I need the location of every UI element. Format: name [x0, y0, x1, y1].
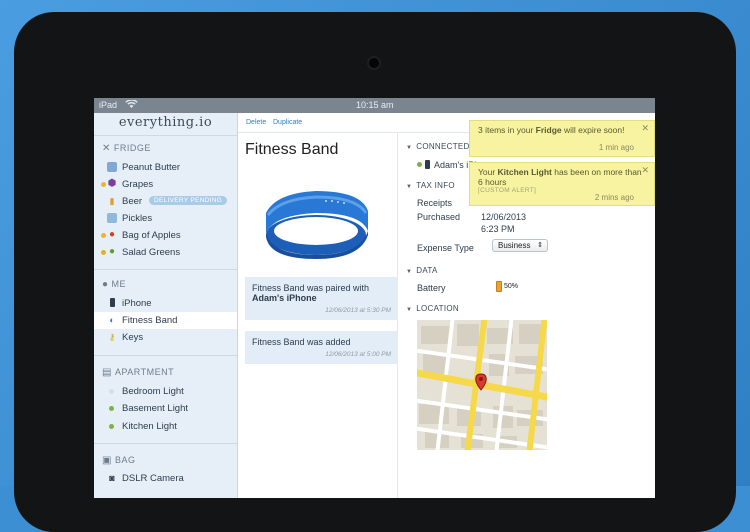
activity-log-item: Fitness Band was added 12/06/2013 at 5:0… [245, 331, 398, 364]
delete-button[interactable]: Delete [246, 119, 266, 126]
jar-icon [107, 213, 117, 223]
section-header-fridge: ✕ FRIDGE [102, 143, 151, 154]
alert-notification[interactable]: Your Kitchen Light has been on more than… [469, 162, 655, 206]
jar-icon [107, 162, 117, 172]
sidebar-item-salad-greens[interactable]: ● Salad Greens [94, 244, 237, 261]
alert-timestamp: 1 min ago [598, 143, 634, 152]
beer-icon: ▮ [109, 196, 115, 206]
sidebar-item-pickles[interactable]: Pickles [94, 210, 237, 227]
sidebar-item-fitness-band[interactable]: ◐ Fitness Band [94, 312, 237, 329]
apple-icon: ● [108, 229, 116, 240]
status-dot [109, 424, 114, 429]
main-panel: Delete Duplicate Fitness Band Fitness Ba… [238, 113, 655, 498]
camera-icon: ◙ [109, 473, 115, 483]
divider [94, 135, 237, 136]
status-dot [109, 389, 114, 394]
delivery-badge: DELIVERY PENDING [149, 196, 228, 205]
duplicate-button[interactable]: Duplicate [273, 119, 302, 126]
band-icon: ◐ [109, 315, 115, 325]
greens-icon: ● [108, 246, 116, 257]
fitness-band-image [266, 191, 368, 259]
sidebar-item-dslr-camera[interactable]: ◙ DSLR Camera [94, 470, 237, 487]
alert-timestamp: 2 mins ago [594, 193, 634, 202]
bag-icon: ▣ [102, 455, 112, 466]
sidebar-item-peanut-butter[interactable]: Peanut Butter [94, 159, 237, 176]
sidebar-item-grapes[interactable]: ⬢ Grapes [94, 176, 237, 193]
section-location[interactable]: ▼ LOCATION [406, 304, 459, 313]
clock: 10:15 am [356, 100, 394, 110]
receipts-label: Receipts [417, 198, 453, 208]
select-arrows-icon: ⇕ [537, 242, 543, 249]
utensils-icon: ✕ [102, 143, 111, 154]
disclosure-triangle-icon: ▼ [406, 184, 413, 190]
status-bar: iPad 10:15 am [94, 98, 655, 113]
wifi-icon [125, 99, 138, 111]
key-icon: ⚷ [108, 332, 116, 342]
building-icon: ▤ [102, 367, 112, 378]
page-title: Fitness Band [245, 141, 339, 158]
section-header-apartment: ▤ APARTMENT [102, 367, 175, 378]
section-header-me: ● ME [102, 279, 127, 290]
phone-icon [425, 160, 430, 169]
purchased-time: 6:23 PM [481, 224, 515, 234]
disclosure-triangle-icon: ▼ [406, 307, 413, 313]
battery-label: Battery [417, 283, 446, 293]
sidebar-item-basement-light[interactable]: Basement Light [94, 400, 237, 417]
location-map[interactable] [417, 320, 547, 450]
battery-value: 50% [504, 283, 519, 290]
status-dot [101, 233, 106, 238]
status-dot [417, 162, 422, 167]
divider [94, 355, 237, 356]
sidebar-item-iphone[interactable]: iPhone [94, 295, 237, 312]
disclosure-triangle-icon: ▼ [406, 145, 413, 151]
detail-column: Fitness Band Fitness Band was paired wit… [238, 133, 398, 498]
sidebar-item-kitchen-light[interactable]: Kitchen Light [94, 418, 237, 435]
disclosure-triangle-icon: ▼ [406, 269, 413, 275]
status-dot [101, 250, 106, 255]
camera-icon [369, 58, 379, 68]
divider [94, 269, 237, 270]
sidebar-item-bedroom-light[interactable]: Bedroom Light [94, 383, 237, 400]
close-icon[interactable]: ✕ [641, 165, 649, 176]
section-header-bag: ▣ BAG [102, 455, 136, 466]
log-timestamp: 12/06/2013 at 5:00 PM [325, 351, 391, 358]
expense-type-label: Expense Type [417, 243, 474, 253]
grapes-icon: ⬢ [107, 178, 117, 189]
sidebar: everything.io ✕ FRIDGE Peanut Butter ⬢ Gr… [94, 113, 238, 498]
phone-icon [107, 298, 117, 308]
log-timestamp: 12/06/2013 at 5:30 PM [325, 307, 391, 314]
section-data[interactable]: ▼ DATA [406, 266, 438, 275]
activity-log-item: Fitness Band was paired with Adam's iPho… [245, 277, 398, 320]
purchased-label: Purchased [417, 212, 461, 222]
app-screen: iPad 10:15 am everything.io ✕ FRIDGE Pean… [94, 98, 655, 498]
sidebar-item-bag-of-apples[interactable]: ● Bag of Apples [94, 227, 237, 244]
status-dot [101, 182, 106, 187]
section-tax-info[interactable]: ▼ TAX INFO [406, 181, 455, 190]
person-icon: ● [102, 279, 109, 290]
purchased-date: 12/06/2013 [481, 212, 527, 222]
expense-type-select[interactable]: Business ⇕ [492, 239, 548, 252]
device-name: iPad [99, 100, 118, 110]
sidebar-item-beer[interactable]: ▮ Beer DELIVERY PENDING [94, 193, 237, 210]
alert-notification[interactable]: 3 items in your Fridge will expire soon!… [469, 120, 655, 157]
close-icon[interactable]: ✕ [641, 123, 649, 134]
sidebar-item-keys[interactable]: ⚷ Keys [94, 329, 237, 346]
app-logo: everything.io [118, 115, 213, 130]
divider [94, 443, 237, 444]
status-dot [109, 406, 114, 411]
battery-icon [496, 281, 502, 292]
